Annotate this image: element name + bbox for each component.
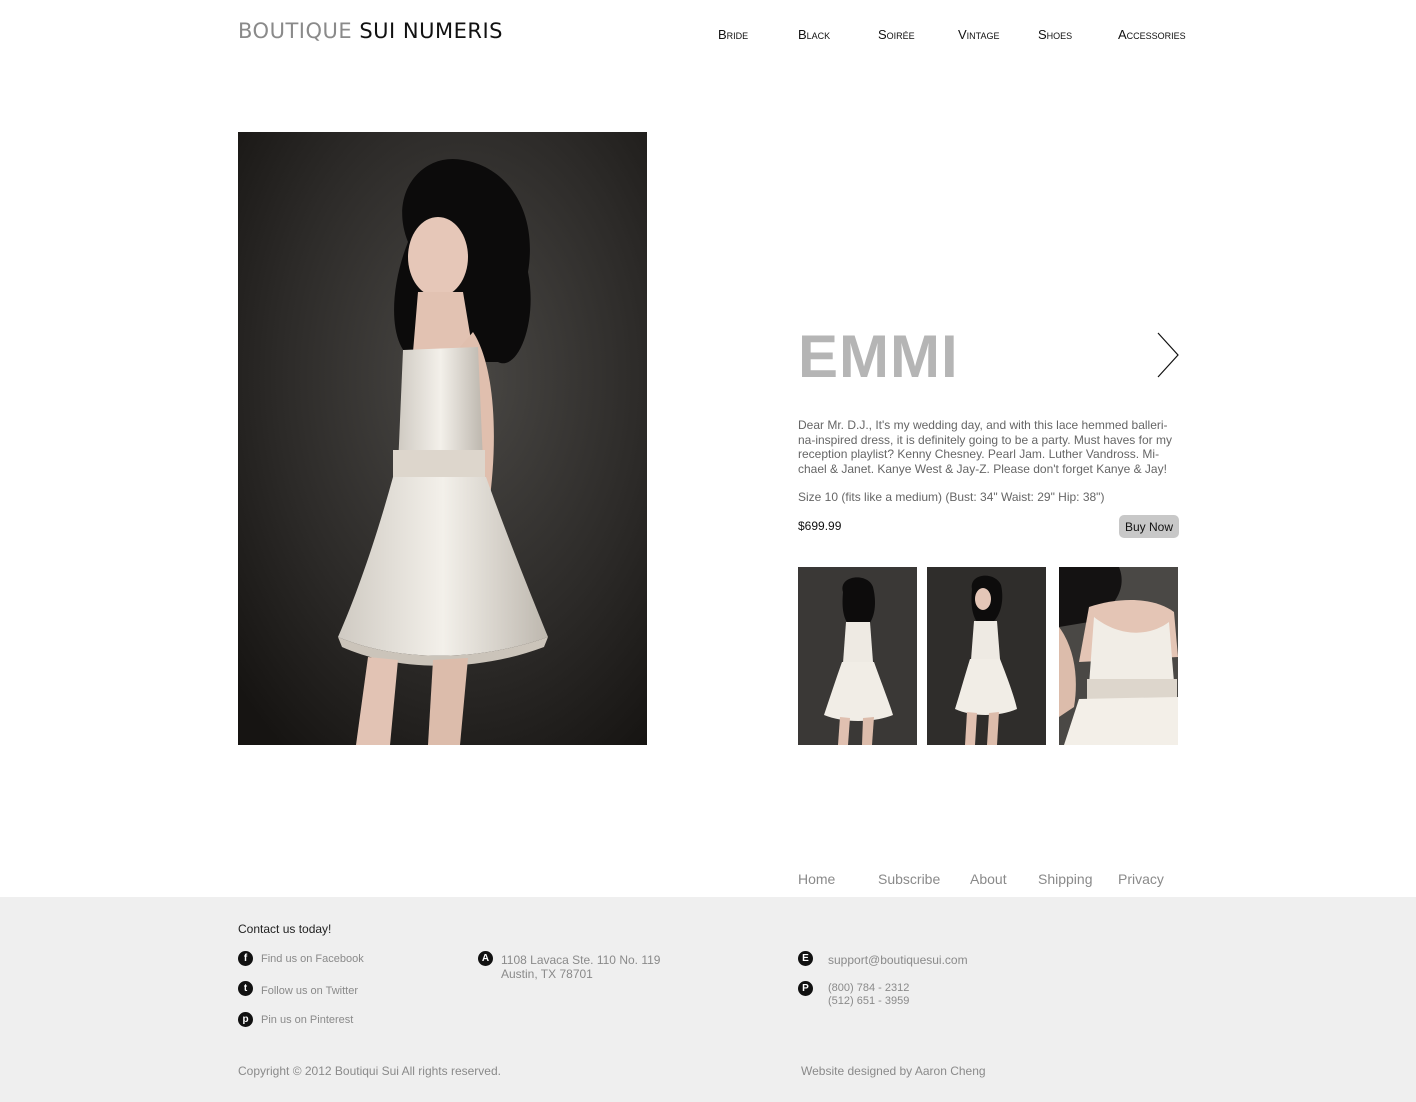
nav-vintage[interactable]: Vintage	[958, 27, 1000, 42]
nav-accessories[interactable]: Accessories	[1118, 27, 1186, 42]
footer-link-subscribe[interactable]: Subscribe	[878, 871, 940, 887]
contact-title: Contact us today!	[238, 922, 332, 936]
pinterest-icon[interactable]: p	[238, 1012, 253, 1027]
facebook-icon[interactable]: f	[238, 951, 253, 966]
product-thumbnail-detail[interactable]	[1059, 567, 1178, 745]
product-price: $699.99	[798, 519, 842, 533]
copyright: Copyright © 2012 Boutiqui Sui All rights…	[238, 1064, 501, 1078]
footer-link-privacy[interactable]: Privacy	[1118, 871, 1164, 887]
phone-icon: P	[798, 981, 813, 996]
phone-2: (512) 651 - 3959	[828, 995, 910, 1007]
nav-bride[interactable]: Bride	[718, 27, 748, 42]
phone-1: (800) 784 - 2312	[828, 982, 910, 994]
nav-shoes[interactable]: Shoes	[1038, 27, 1072, 42]
product-main-image	[238, 132, 647, 745]
footer-link-shipping[interactable]: Shipping	[1038, 871, 1093, 887]
footer-link-about[interactable]: About	[970, 871, 1007, 887]
address-line1: 1108 Lavaca Ste. 110 No. 119	[501, 953, 661, 967]
logo-text-dark: SUI NUMERIS	[359, 19, 503, 43]
site-logo[interactable]: BOUTIQUE SUI NUMERIS	[238, 19, 503, 43]
site-footer	[0, 897, 1416, 1102]
nav-black[interactable]: Black	[798, 27, 830, 42]
twitter-icon[interactable]: t	[238, 981, 253, 996]
product-title: EMMI	[798, 323, 959, 390]
address-line2: Austin, TX 78701	[501, 967, 593, 981]
chevron-right-icon[interactable]	[1152, 330, 1182, 380]
twitter-link[interactable]: Follow us on Twitter	[261, 985, 358, 998]
nav-soiree[interactable]: Soirée	[878, 27, 915, 42]
product-thumbnail-side[interactable]	[927, 567, 1046, 745]
footer-link-home[interactable]: Home	[798, 871, 835, 887]
email-icon: E	[798, 951, 813, 966]
product-description: Dear Mr. D.J., It's my wedding day, and …	[798, 418, 1172, 476]
buy-now-button[interactable]: Buy Now	[1119, 515, 1179, 538]
facebook-link[interactable]: Find us on Facebook	[261, 953, 364, 966]
designed-by: Website designed by Aaron Cheng	[801, 1064, 986, 1078]
address-icon: A	[478, 951, 493, 966]
logo-text-light: BOUTIQUE	[238, 19, 353, 43]
product-thumbnail-back[interactable]	[798, 567, 917, 745]
pinterest-link[interactable]: Pin us on Pinterest	[261, 1014, 353, 1027]
email-link[interactable]: support@boutiquesui.com	[828, 953, 968, 967]
product-size: Size 10 (fits like a medium) (Bust: 34" …	[798, 490, 1105, 504]
